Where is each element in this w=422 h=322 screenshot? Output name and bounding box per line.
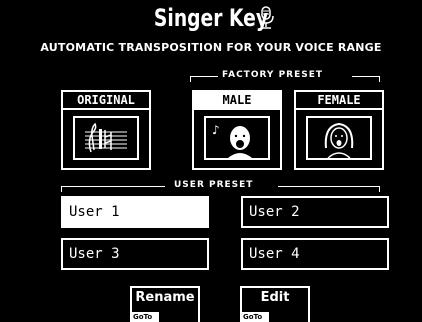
user-preset-bracket-right xyxy=(379,186,380,192)
male-label: MALE xyxy=(194,92,280,110)
user-preset-label: USER PRESET xyxy=(174,180,254,190)
original-picture-frame xyxy=(73,116,139,160)
factory-preset-bracket-right xyxy=(379,76,380,82)
user-preset-slot-1[interactable]: User 1 xyxy=(61,196,209,228)
page-subtitle: AUTOMATIC TRANSPOSITION FOR YOUR VOICE R… xyxy=(40,41,382,54)
user-preset-line-left xyxy=(61,186,165,187)
factory-preset-line-left xyxy=(190,76,218,77)
original-preset-button[interactable]: ORIGINAL xyxy=(61,90,151,170)
sheet-music-icon xyxy=(85,122,127,153)
user-preset-slot-4[interactable]: User 4 xyxy=(241,238,389,270)
microphone-icon xyxy=(258,6,274,29)
female-picture-frame xyxy=(306,116,372,160)
factory-preset-line-right xyxy=(352,76,380,77)
user-preset-slot-3[interactable]: User 3 xyxy=(61,238,209,270)
edit-button[interactable]: Edit GoTo xyxy=(240,286,310,322)
page-title: Singer Key xyxy=(153,4,269,32)
original-label: ORIGINAL xyxy=(63,92,149,110)
rename-label: Rename xyxy=(135,290,195,305)
goto-badge: GoTo xyxy=(132,312,159,322)
user-preset-line-right xyxy=(278,186,380,187)
male-singer-icon: ♪ xyxy=(212,123,252,158)
user-preset-slot-2[interactable]: User 2 xyxy=(241,196,389,228)
svg-text:♪: ♪ xyxy=(212,123,220,137)
female-label: FEMALE xyxy=(296,92,382,110)
male-picture-frame: ♪ xyxy=(204,116,270,160)
factory-preset-label: FACTORY PRESET xyxy=(222,70,324,80)
female-singer-icon xyxy=(324,122,354,158)
rename-button[interactable]: Rename GoTo xyxy=(130,286,200,322)
female-preset-button[interactable]: FEMALE xyxy=(294,90,384,170)
male-preset-button[interactable]: MALE ♪ xyxy=(192,90,282,170)
goto-badge: GoTo xyxy=(242,312,269,322)
edit-label: Edit xyxy=(260,290,290,305)
